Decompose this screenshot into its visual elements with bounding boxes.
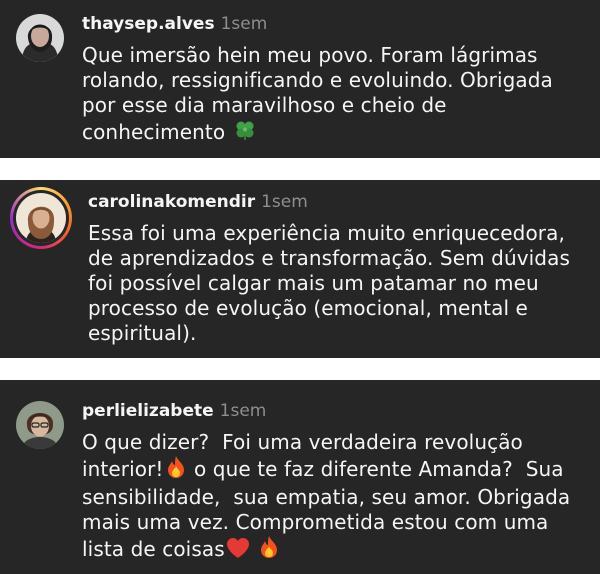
comment-line: Que imersão hein meu povo. Foram lágrima… [82,43,538,67]
comment-line: espiritual). [88,321,197,345]
comment-line: o que te faz diferente Amanda? Sua [187,457,564,481]
comment-line: Essa foi uma experiência muito enriquece… [88,221,565,245]
comment-line: interior! [82,457,164,481]
comment-line: rolando, ressignificando e evoluindo. Ob… [82,68,553,92]
avatar[interactable] [16,193,66,243]
timestamp: 1sem [220,14,268,34]
timestamp: 1sem [261,192,308,212]
avatar[interactable] [16,14,64,62]
username[interactable]: carolinakomendir [88,192,255,212]
comment-line: mais uma vez. Comprometida estou com uma [82,510,549,534]
comment-text: Essa foi uma experiência muito enriquece… [88,221,570,346]
comment-meta: thaysep.alves 1sem [82,14,267,34]
fire-icon [258,535,280,565]
comment-line: de aprendizados e transformação. Sem dúv… [88,246,570,270]
comment-line: sensibilidade, sua empatia, seu amor. Ob… [82,485,571,509]
comment-text: O que dizer? Foi uma verdadeira revoluçã… [82,430,570,565]
comment-card: carolinakomendir 1sem Essa foi uma experi… [0,180,600,358]
username[interactable]: perlielizabete [82,401,214,421]
timestamp: 1sem [219,401,267,421]
comment-line: processo de evolução (emocional, mental … [88,296,528,320]
comments-screenshot: thaysep.alves 1sem Que imersão hein meu p… [0,0,600,574]
four-leaf-clover-icon [233,118,257,148]
comment-card: thaysep.alves 1sem Que imersão hein meu p… [0,0,600,158]
red-heart-icon [226,537,250,565]
comment-text: Que imersão hein meu povo. Foram lágrima… [82,43,553,148]
comment-line: O que dizer? Foi uma verdadeira revoluçã… [82,430,523,454]
comment-meta: carolinakomendir 1sem [88,192,308,212]
comment-line: lista de coisas [82,537,225,561]
comment-line: foi possível calgar mais um patamar no m… [88,271,539,295]
comment-card: perlielizabete 1sem O que dizer? Foi uma … [0,380,600,574]
comment-line: por esse dia maravilhoso e cheio de [82,93,447,117]
comment-meta: perlielizabete 1sem [82,401,266,421]
fire-icon [165,455,187,485]
username[interactable]: thaysep.alves [82,14,215,34]
avatar[interactable] [16,401,64,449]
comment-line: conhecimento [82,120,232,144]
